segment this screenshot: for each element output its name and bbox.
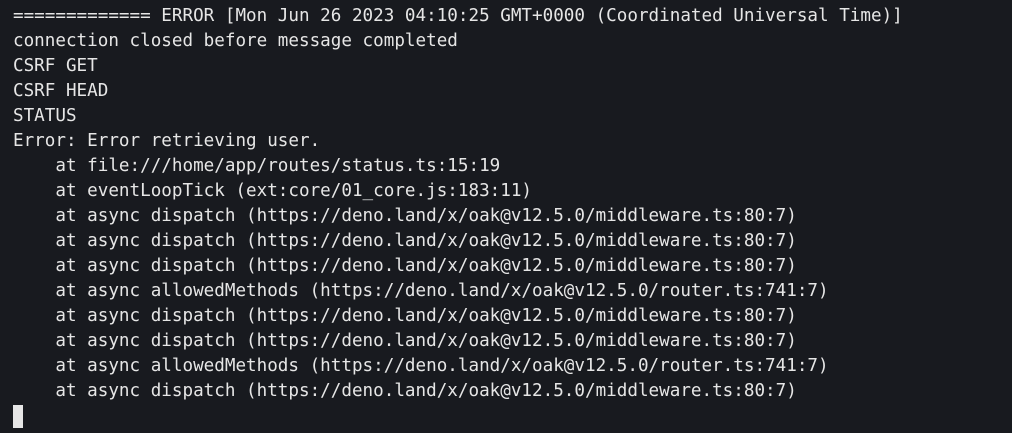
error-message-line: Error: Error retrieving user.: [13, 131, 321, 151]
output-line: CSRF HEAD: [13, 81, 109, 101]
output-line: connection closed before message complet…: [13, 31, 458, 51]
stack-trace-line: at async dispatch (https://deno.land/x/o…: [13, 256, 797, 276]
stack-trace-line: at async allowedMethods (https://deno.la…: [13, 281, 829, 301]
stack-trace-line: at async dispatch (https://deno.land/x/o…: [13, 306, 797, 326]
terminal-window[interactable]: ============= ERROR [Mon Jun 26 2023 04:…: [0, 0, 1012, 433]
stack-trace-line: at async dispatch (https://deno.land/x/o…: [13, 206, 797, 226]
stack-trace-line: at async dispatch (https://deno.land/x/o…: [13, 231, 797, 251]
output-line: STATUS: [13, 106, 77, 126]
terminal-output: ============= ERROR [Mon Jun 26 2023 04:…: [13, 4, 1012, 404]
stack-trace-line: at async dispatch (https://deno.land/x/o…: [13, 331, 797, 351]
stack-trace-line: at eventLoopTick (ext:core/01_core.js:18…: [13, 181, 533, 201]
output-line: CSRF GET: [13, 56, 98, 76]
terminal-cursor: [13, 405, 23, 428]
prompt-line[interactable]: [13, 404, 1012, 429]
stack-trace-line: at file:///home/app/routes/status.ts:15:…: [13, 156, 501, 176]
stack-trace-line: at async allowedMethods (https://deno.la…: [13, 356, 829, 376]
error-header-line: ============= ERROR [Mon Jun 26 2023 04:…: [13, 6, 903, 26]
stack-trace-line: at async dispatch (https://deno.land/x/o…: [13, 381, 797, 401]
